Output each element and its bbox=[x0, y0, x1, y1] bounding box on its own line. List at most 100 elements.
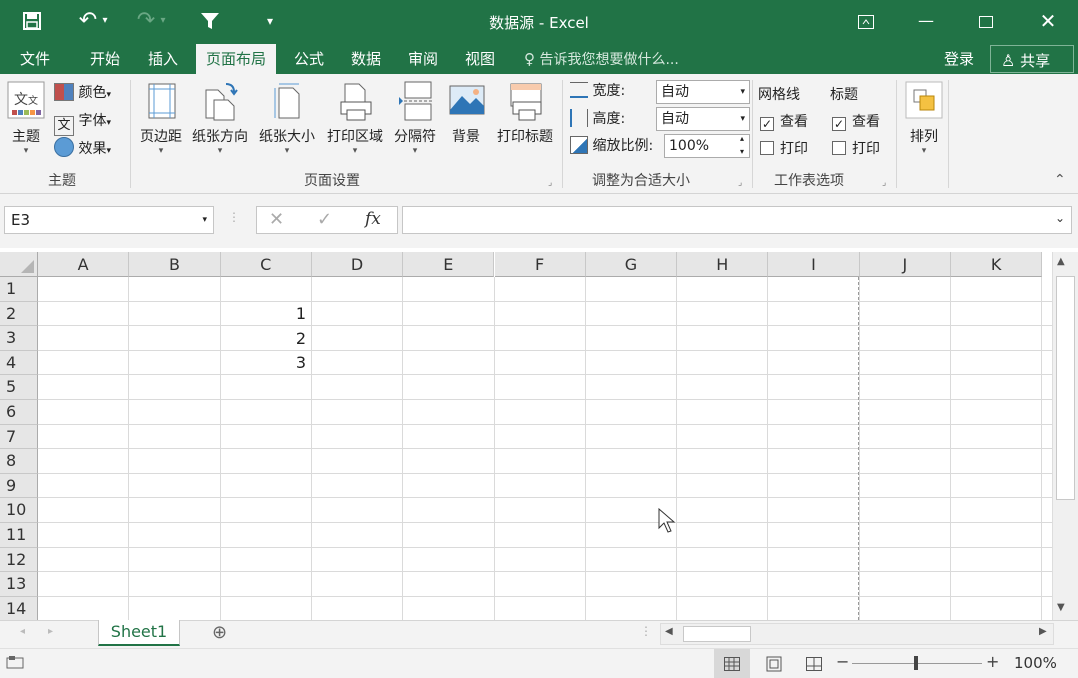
scale-to-fit-launcher-icon[interactable]: ⌟ bbox=[738, 178, 742, 188]
scroll-up-icon[interactable]: ▲ bbox=[1057, 256, 1065, 267]
headings-print-checkbox[interactable]: 打印 bbox=[832, 136, 880, 162]
macro-record-icon[interactable] bbox=[6, 655, 24, 673]
print-titles-button[interactable]: 打印标题 bbox=[490, 78, 560, 166]
theme-colors-button[interactable]: 颜色▾ bbox=[54, 80, 111, 106]
tab-review[interactable]: 审阅 bbox=[398, 44, 448, 74]
row-header-11[interactable]: 11 bbox=[0, 523, 38, 548]
insert-function-icon[interactable]: fx bbox=[365, 209, 381, 229]
column-header-K[interactable]: K bbox=[951, 252, 1043, 277]
row-header-1[interactable]: 1 bbox=[0, 277, 38, 302]
gridlines-view-checkbox[interactable]: ✓ 查看 bbox=[760, 109, 808, 135]
formula-buttons: ✕ ✓ fx bbox=[256, 206, 398, 234]
tab-split-handle-icon[interactable]: ⋮ bbox=[640, 624, 652, 638]
row-header-3[interactable]: 3 bbox=[0, 326, 38, 351]
tab-file[interactable]: 文件 bbox=[10, 44, 60, 74]
share-button[interactable]: ♙ 共享 bbox=[990, 45, 1074, 73]
spinner-arrows-icon[interactable]: ▴ ▾ bbox=[740, 132, 744, 158]
tab-formulas[interactable]: 公式 bbox=[284, 44, 334, 74]
page-layout-view-button[interactable] bbox=[756, 649, 792, 678]
checkbox-unchecked-icon bbox=[760, 141, 774, 155]
page-break-preview-icon bbox=[806, 657, 822, 671]
row-header-4[interactable]: 4 bbox=[0, 350, 38, 376]
column-header-I[interactable]: I bbox=[768, 252, 860, 277]
row-header-8[interactable]: 8 bbox=[0, 449, 38, 474]
gridlines-print-checkbox[interactable]: 打印 bbox=[760, 136, 808, 162]
scale-spinner[interactable]: 100% ▴ ▾ bbox=[664, 134, 750, 158]
cell-C4[interactable]: 3 bbox=[220, 353, 306, 372]
collapse-ribbon-icon[interactable]: ⌃ bbox=[1054, 172, 1066, 188]
page-break-preview-button[interactable] bbox=[796, 649, 832, 678]
row-header-2[interactable]: 2 bbox=[0, 301, 38, 327]
chevron-down-icon[interactable]: ▾ bbox=[202, 207, 207, 233]
column-header-F[interactable]: F bbox=[494, 252, 586, 277]
column-header-E[interactable]: E bbox=[403, 252, 495, 277]
row-header-9[interactable]: 9 bbox=[0, 473, 38, 499]
expand-formula-bar-icon[interactable]: ⌄ bbox=[1055, 211, 1065, 225]
row-header-14[interactable]: 14 bbox=[0, 596, 38, 620]
row-header-12[interactable]: 12 bbox=[0, 547, 38, 573]
breaks-button[interactable]: 分隔符 ▾ bbox=[390, 78, 440, 166]
theme-effects-button[interactable]: 效果▾ bbox=[54, 136, 111, 162]
column-header-G[interactable]: G bbox=[585, 252, 678, 277]
orientation-button[interactable]: 纸张方向 ▾ bbox=[188, 78, 252, 166]
scroll-left-icon[interactable]: ◀ bbox=[665, 626, 673, 637]
sheet-options-launcher-icon[interactable]: ⌟ bbox=[882, 178, 886, 188]
tab-data[interactable]: 数据 bbox=[341, 44, 391, 74]
normal-view-button[interactable] bbox=[714, 649, 750, 678]
column-header-C[interactable]: C bbox=[220, 252, 312, 277]
background-button[interactable]: 背景 bbox=[444, 78, 488, 166]
zoom-in-icon[interactable]: + bbox=[986, 652, 999, 671]
zoom-slider-thumb[interactable] bbox=[914, 656, 918, 670]
column-header-J[interactable]: J bbox=[859, 252, 951, 277]
tab-page-layout[interactable]: 页面布局 bbox=[196, 44, 277, 75]
vertical-scroll-thumb[interactable] bbox=[1056, 276, 1075, 500]
column-header-H[interactable]: H bbox=[677, 252, 769, 277]
tab-home[interactable]: 开始 bbox=[80, 44, 130, 74]
select-all-corner[interactable] bbox=[0, 252, 38, 277]
cell-C3[interactable]: 2 bbox=[220, 329, 306, 348]
scroll-down-icon[interactable]: ▼ bbox=[1057, 602, 1065, 613]
row-header-13[interactable]: 13 bbox=[0, 572, 38, 597]
minimize-button[interactable]: — bbox=[898, 0, 954, 44]
prev-sheet-icon[interactable]: ◂ bbox=[20, 626, 25, 637]
width-select[interactable]: 自动 ▾ bbox=[656, 80, 750, 104]
row-header-6[interactable]: 6 bbox=[0, 400, 38, 425]
themes-button[interactable]: 文文 主题 ▾ bbox=[4, 78, 48, 166]
tell-me-search[interactable]: ♀ 告诉我您想要做什么... bbox=[524, 44, 679, 75]
formula-input[interactable]: ⌄ bbox=[402, 206, 1072, 234]
height-select[interactable]: 自动 ▾ bbox=[656, 107, 750, 131]
size-button[interactable]: 纸张大小 ▾ bbox=[254, 78, 320, 166]
add-sheet-icon[interactable]: ⊕ bbox=[212, 622, 227, 643]
row-header-7[interactable]: 7 bbox=[0, 424, 38, 450]
arrange-button[interactable]: 排列 ▾ bbox=[902, 78, 946, 166]
headings-view-checkbox[interactable]: ✓ 查看 bbox=[832, 109, 880, 135]
close-button[interactable]: ✕ bbox=[1020, 0, 1076, 44]
name-box[interactable]: E3 ▾ bbox=[4, 206, 214, 234]
sign-in-link[interactable]: 登录 bbox=[934, 44, 984, 74]
sheet-tab-sheet1[interactable]: Sheet1 bbox=[98, 620, 180, 646]
tab-view[interactable]: 视图 bbox=[455, 44, 505, 74]
maximize-button[interactable] bbox=[958, 0, 1014, 44]
orientation-dropdown-icon: ▾ bbox=[217, 146, 223, 156]
print-area-button[interactable]: 打印区域 ▾ bbox=[322, 78, 388, 166]
zoom-out-icon[interactable]: − bbox=[836, 652, 849, 671]
tab-insert[interactable]: 插入 bbox=[138, 44, 188, 74]
scroll-right-icon[interactable]: ▶ bbox=[1039, 626, 1047, 637]
column-header-D[interactable]: D bbox=[311, 252, 404, 277]
formula-bar-splitter-icon[interactable]: ⋮ bbox=[228, 210, 240, 224]
worksheet-grid[interactable]: ABCDEFGHIJK 1 2 3 4 5 6 7 8 9 10 11 12 13 14 1 2 3 bbox=[0, 252, 1052, 620]
vertical-scrollbar[interactable]: ▲ ▼ bbox=[1052, 252, 1078, 620]
column-header-B[interactable]: B bbox=[129, 252, 221, 277]
margins-button[interactable]: 页边距 ▾ bbox=[136, 78, 186, 166]
column-header-A[interactable]: A bbox=[38, 252, 130, 277]
horizontal-scrollbar[interactable]: ◀ ▶ bbox=[660, 623, 1054, 645]
row-header-5[interactable]: 5 bbox=[0, 375, 38, 400]
theme-fonts-button[interactable]: 文 字体▾ bbox=[54, 108, 111, 136]
page-setup-launcher-icon[interactable]: ⌟ bbox=[548, 178, 552, 188]
ribbon-display-options-icon[interactable] bbox=[838, 0, 894, 44]
zoom-level[interactable]: 100% bbox=[1014, 654, 1057, 672]
horizontal-scroll-thumb[interactable] bbox=[683, 626, 751, 642]
next-sheet-icon[interactable]: ▸ bbox=[48, 626, 53, 637]
row-header-10[interactable]: 10 bbox=[0, 498, 38, 523]
cell-C2[interactable]: 1 bbox=[220, 304, 306, 323]
